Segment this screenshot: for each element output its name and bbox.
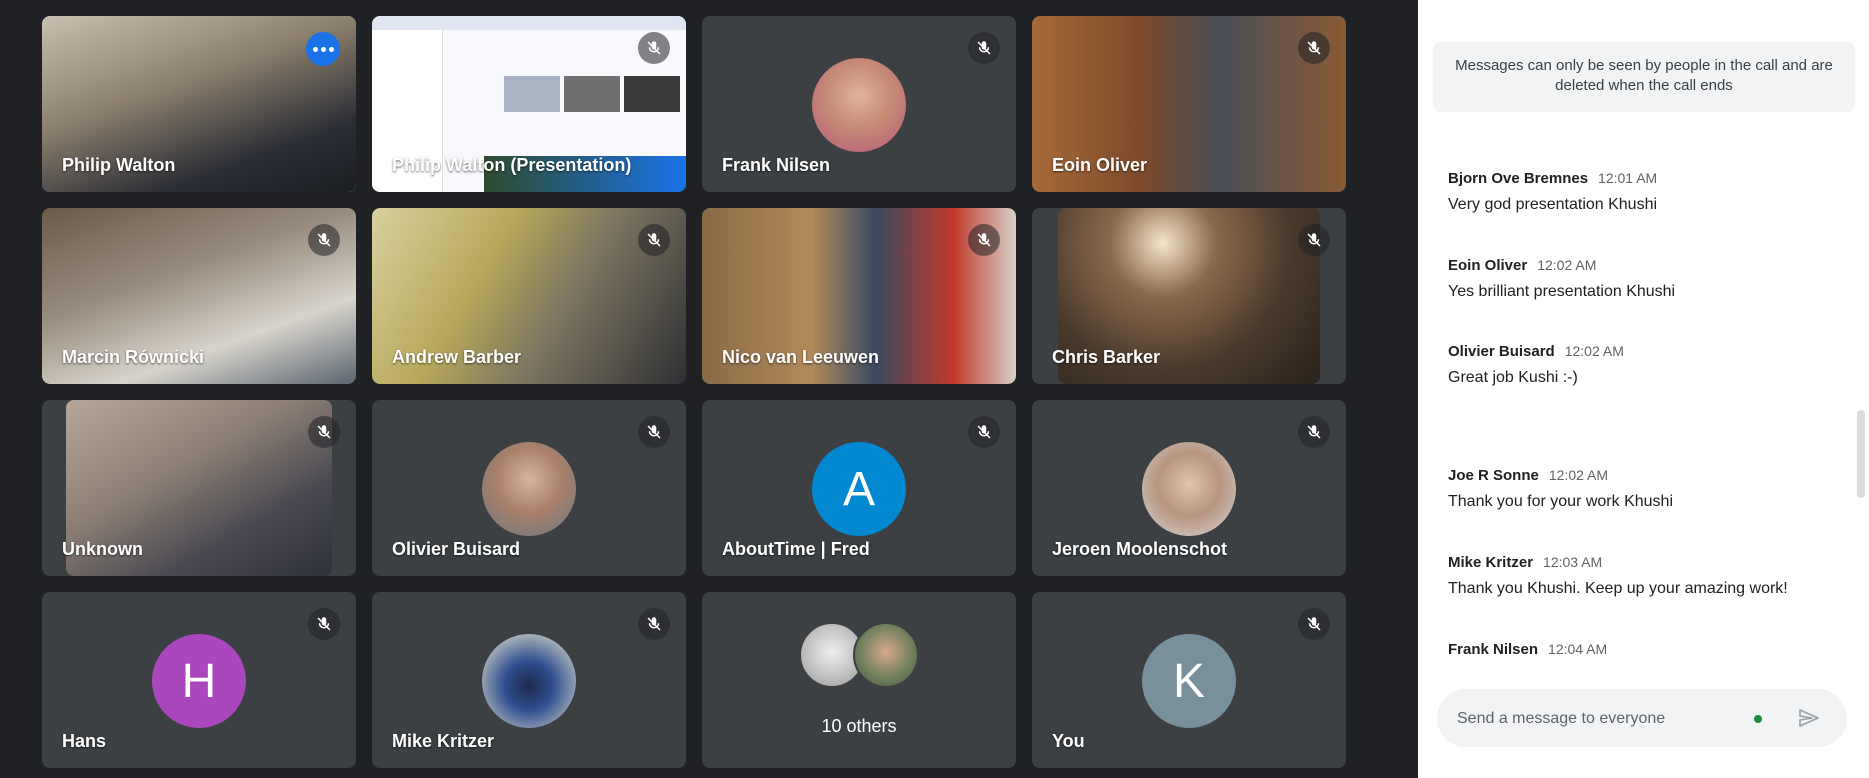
avatar: K — [1142, 634, 1236, 728]
participant-tile-presentation[interactable]: Philip Walton (Presentation) — [372, 16, 686, 192]
participant-tile-others[interactable]: 10 others — [702, 592, 1016, 768]
muted-mic-icon — [638, 608, 670, 640]
message-time: 12:02 AM — [1564, 343, 1624, 359]
chat-message: Olivier Buisard 12:02 AM Great job Kushi … — [1448, 343, 1624, 387]
chat-message: Eoin Oliver 12:02 AM Yes brilliant presen… — [1448, 257, 1675, 301]
chat-input-container — [1437, 689, 1847, 749]
muted-mic-icon — [308, 608, 340, 640]
message-sender: Frank Nilsen — [1448, 641, 1539, 658]
participant-name: Olivier Buisard — [392, 539, 521, 559]
dot-icon — [312, 46, 318, 52]
chat-notice: Messages can only be seen by people in t… — [1433, 42, 1855, 112]
muted-mic-icon — [968, 224, 1000, 256]
participant-name: Philip Walton (Presentation) — [392, 155, 632, 175]
avatar-initial: A — [842, 462, 875, 516]
message-time: 12:04 AM — [1548, 641, 1608, 657]
message-text: Yes brilliant presentation Khushi — [1448, 283, 1676, 300]
participant-name: Frank Nilsen — [722, 155, 831, 175]
chat-scrollbar[interactable] — [1857, 410, 1865, 498]
message-time: 12:01 AM — [1598, 170, 1658, 186]
participant-tile-marcin-rownicki[interactable]: Marcin Równicki — [42, 208, 356, 384]
muted-mic-icon — [638, 32, 670, 64]
more-options-button[interactable] — [306, 32, 340, 66]
message-sender: Eoin Oliver — [1448, 257, 1528, 274]
avatar — [853, 622, 919, 688]
participant-tile-abouttime-fred[interactable]: A AboutTime | Fred — [702, 400, 1016, 576]
participant-tile-olivier-buisard[interactable]: Olivier Buisard — [372, 400, 686, 576]
muted-mic-icon — [638, 224, 670, 256]
dot-icon — [328, 46, 334, 52]
others-avatars — [799, 622, 919, 688]
participant-grid: Philip Walton Philip Walton (Presentatio… — [42, 16, 1346, 768]
message-time: 12:02 AM — [1548, 467, 1609, 483]
chat-message: Mike Kritzer 12:03 AM Thank you Khushi. K… — [1448, 554, 1788, 598]
participant-tile-hans[interactable]: H Hans — [42, 592, 356, 768]
message-text: Thank you for your work Khushi — [1448, 493, 1673, 510]
participant-tile-mike-kritzer[interactable]: Mike Kritzer — [372, 592, 686, 768]
message-sender: Mike Kritzer — [1448, 554, 1534, 571]
chat-message-input[interactable] — [1455, 689, 1759, 749]
participant-tile-you[interactable]: K You — [1032, 592, 1346, 768]
participant-name: Nico van Leeuwen — [722, 347, 880, 367]
message-text: Thank you Khushi. Keep up your amazing w… — [1448, 580, 1788, 597]
chat-message: Bjorn Ove Bremnes 12:01 AM Very god prese… — [1448, 170, 1657, 214]
message-text: Great job Kushi :-) — [1448, 369, 1578, 386]
chat-message: Joe R Sonne 12:02 AM Thank you for your w… — [1448, 467, 1673, 511]
chat-panel: Messages can only be seen by people in t… — [1418, 0, 1869, 778]
message-time: 12:03 AM — [1543, 554, 1603, 570]
participant-name: Jeroen Moolenschot — [1052, 539, 1228, 559]
participant-name: AboutTime | Fred — [722, 539, 870, 559]
muted-mic-icon — [308, 224, 340, 256]
participant-name: Hans — [62, 731, 107, 751]
muted-mic-icon — [638, 416, 670, 448]
avatar-initial: K — [1172, 654, 1205, 708]
message-sender: Olivier Buisard — [1448, 343, 1555, 360]
send-icon[interactable] — [1796, 706, 1822, 730]
muted-mic-icon — [1298, 416, 1330, 448]
avatar: H — [152, 634, 246, 728]
muted-mic-icon — [1298, 224, 1330, 256]
participant-name: Marcin Równicki — [62, 347, 205, 367]
avatar — [812, 58, 906, 152]
dot-icon — [320, 46, 326, 52]
participant-tile-jeroen-moolenschot[interactable]: Jeroen Moolenschot — [1032, 400, 1346, 576]
participant-tile-philip-walton[interactable]: Philip Walton — [42, 16, 356, 192]
participant-name: You — [1052, 731, 1085, 751]
message-sender: Joe R Sonne — [1448, 467, 1539, 484]
participant-tile-eoin-oliver[interactable]: Eoin Oliver — [1032, 16, 1346, 192]
avatar — [1142, 442, 1236, 536]
muted-mic-icon — [968, 32, 1000, 64]
participant-name: Chris Barker — [1052, 347, 1161, 367]
chat-message: Frank Nilsen 12:04 AM — [1448, 641, 1607, 659]
muted-mic-icon — [1298, 32, 1330, 64]
avatar — [482, 634, 576, 728]
message-sender: Bjorn Ove Bremnes — [1448, 170, 1589, 187]
muted-mic-icon — [1298, 608, 1330, 640]
avatar-initial: H — [181, 654, 217, 708]
participant-name: Andrew Barber — [392, 347, 522, 367]
others-count-label: 10 others — [821, 716, 897, 736]
participant-tile-nico-van-leeuwen[interactable]: Nico van Leeuwen — [702, 208, 1016, 384]
message-text: Very god presentation Khushi — [1448, 196, 1658, 213]
participant-name: Philip Walton — [62, 155, 176, 175]
status-dot-icon — [1754, 715, 1762, 723]
avatar: A — [812, 442, 906, 536]
avatar — [482, 442, 576, 536]
muted-mic-icon — [968, 416, 1000, 448]
participant-tile-frank-nilsen[interactable]: Frank Nilsen — [702, 16, 1016, 192]
message-time: 12:02 AM — [1537, 257, 1597, 273]
participant-name: Eoin Oliver — [1052, 155, 1148, 175]
participant-tile-unknown[interactable]: Unknown — [42, 400, 356, 576]
participant-name: Mike Kritzer — [392, 731, 495, 751]
participant-tile-andrew-barber[interactable]: Andrew Barber — [372, 208, 686, 384]
participant-name: Unknown — [62, 539, 143, 559]
muted-mic-icon — [308, 416, 340, 448]
participant-tile-chris-barker[interactable]: Chris Barker — [1032, 208, 1346, 384]
